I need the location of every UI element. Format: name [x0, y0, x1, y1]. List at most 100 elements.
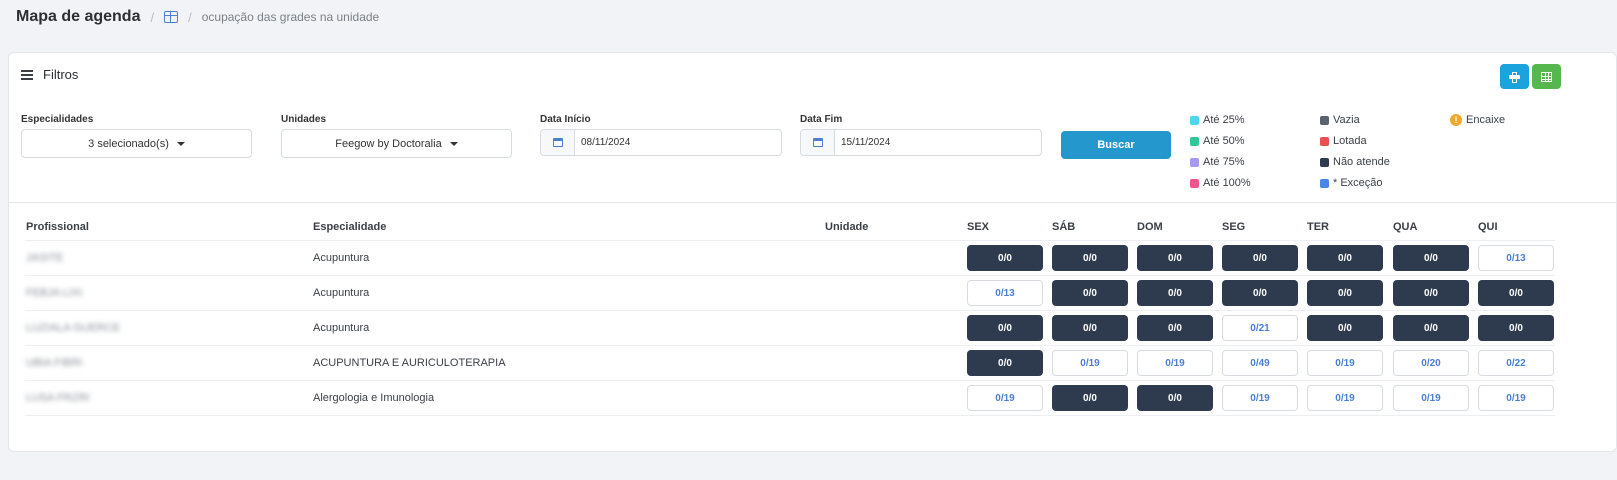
printer-icon [1509, 72, 1520, 83]
occupancy-slot[interactable]: 0/0 [1478, 315, 1554, 341]
row-divider [25, 240, 1555, 241]
filters-title: Filtros [43, 67, 79, 82]
occupancy-slot[interactable]: 0/0 [1393, 280, 1469, 306]
occupancy-slot[interactable]: 0/21 [1222, 315, 1298, 341]
occupancy-slot[interactable]: 0/20 [1393, 350, 1469, 376]
occupancy-slot[interactable]: 0/0 [1222, 280, 1298, 306]
occupancy-slot[interactable]: 0/13 [967, 280, 1043, 306]
especialidades-label: Especialidades [21, 114, 94, 125]
occupancy-slot[interactable]: 0/0 [1137, 245, 1213, 271]
warning-icon: ! [1450, 114, 1462, 126]
especialidade-cell: ACUPUNTURA E AURICULOTERAPIA [313, 357, 506, 369]
occupancy-slot[interactable]: 0/0 [1052, 245, 1128, 271]
occupancy-slot[interactable]: 0/49 [1222, 350, 1298, 376]
row-divider [25, 415, 1555, 416]
legend-item: Não atende [1320, 156, 1390, 168]
data-fim-value[interactable]: 15/11/2024 [835, 130, 890, 155]
occupancy-slot[interactable]: 0/0 [1222, 245, 1298, 271]
occupancy-slot[interactable]: 0/0 [1052, 280, 1128, 306]
legend-label: Lotada [1333, 135, 1367, 147]
occupancy-slot[interactable]: 0/0 [1393, 315, 1469, 341]
legend-label: Vazia [1333, 114, 1360, 126]
header-day: QUA [1393, 221, 1418, 233]
row-divider [25, 275, 1555, 276]
print-button[interactable] [1500, 64, 1529, 89]
grid-icon[interactable] [164, 11, 179, 23]
legend-label: Até 75% [1203, 156, 1245, 168]
header-day: DOM [1137, 221, 1163, 233]
calendar-button[interactable] [541, 130, 575, 155]
unidades-select[interactable]: Feegow by Doctoralia [281, 129, 512, 158]
data-inicio-label: Data Início [540, 114, 591, 125]
occupancy-slot[interactable]: 0/0 [1393, 245, 1469, 271]
legend-label: * Exceção [1333, 177, 1383, 189]
especialidade-cell: Alergologia e Imunologia [313, 392, 435, 404]
agenda-card: Filtros Especialidades 3 selecionado(s) … [8, 52, 1617, 452]
occupancy-slot[interactable]: 0/0 [1137, 315, 1213, 341]
legend-label: Até 100% [1203, 177, 1251, 189]
occupancy-slot[interactable]: 0/0 [1307, 315, 1383, 341]
legend-label: Até 25% [1203, 114, 1245, 126]
header-day: TER [1307, 221, 1329, 233]
header-day: SÁB [1052, 221, 1076, 233]
occupancy-slot[interactable]: 0/19 [1307, 350, 1383, 376]
calendar-icon [552, 138, 563, 147]
legend-item: Até 50% [1190, 135, 1245, 147]
especialidade-cell: Acupuntura [313, 322, 370, 334]
occupancy-slot[interactable]: 0/0 [1307, 280, 1383, 306]
profissional-name: JASITE [26, 252, 64, 264]
legend-item: Lotada [1320, 135, 1367, 147]
especialidades-value: 3 selecionado(s) [88, 137, 169, 150]
data-inicio-field[interactable]: 08/11/2024 [540, 129, 782, 156]
calendar-button[interactable] [801, 130, 835, 155]
header-day: QUI [1478, 221, 1498, 233]
occupancy-slot[interactable]: 0/0 [1307, 245, 1383, 271]
legend-label: Até 50% [1203, 135, 1245, 147]
header-day: SEG [1222, 221, 1246, 233]
data-fim-field[interactable]: 15/11/2024 [800, 129, 1042, 156]
header-especialidade: Especialidade [313, 221, 387, 233]
table-icon [1541, 71, 1552, 82]
occupancy-slot[interactable]: 0/19 [1307, 385, 1383, 411]
occupancy-slot[interactable]: 0/19 [1393, 385, 1469, 411]
occupancy-slot[interactable]: 0/19 [1478, 385, 1554, 411]
breadcrumb-separator: / [188, 9, 192, 25]
legend-item: Até 100% [1190, 177, 1251, 189]
unidades-value: Feegow by Doctoralia [335, 137, 442, 150]
occupancy-slot[interactable]: 0/22 [1478, 350, 1554, 376]
legend-swatch [1190, 157, 1199, 167]
occupancy-slot[interactable]: 0/0 [967, 315, 1043, 341]
occupancy-slot[interactable]: 0/0 [1052, 315, 1128, 341]
occupancy-slot[interactable]: 0/0 [1137, 385, 1213, 411]
divider [9, 202, 1616, 203]
occupancy-slot[interactable]: 0/19 [1222, 385, 1298, 411]
caret-down-icon [449, 141, 458, 146]
excel-button[interactable] [1532, 64, 1561, 89]
profissional-name: LUSA FRZRI [26, 392, 90, 404]
legend-swatch [1190, 136, 1199, 146]
row-divider [25, 380, 1555, 381]
occupancy-slot[interactable]: 0/19 [1052, 350, 1128, 376]
header-unidade: Unidade [825, 221, 869, 233]
page-header: Mapa de agenda / / ocupação das grades n… [16, 6, 379, 28]
especialidades-select[interactable]: 3 selecionado(s) [21, 129, 252, 158]
especialidade-cell: Acupuntura [313, 252, 370, 264]
legend-label: Não atende [1333, 156, 1390, 168]
especialidade-cell: Acupuntura [313, 287, 370, 299]
occupancy-slot[interactable]: 0/0 [967, 245, 1043, 271]
occupancy-slot[interactable]: 0/0 [1478, 280, 1554, 306]
occupancy-slot[interactable]: 0/0 [1052, 385, 1128, 411]
search-button[interactable]: Buscar [1061, 131, 1171, 159]
data-inicio-value[interactable]: 08/11/2024 [575, 130, 630, 155]
occupancy-slot[interactable]: 0/0 [967, 350, 1043, 376]
calendar-icon [812, 138, 823, 147]
filters-header: Filtros [21, 67, 78, 82]
occupancy-slot[interactable]: 0/13 [1478, 245, 1554, 271]
occupancy-slot[interactable]: 0/0 [1137, 280, 1213, 306]
breadcrumb: ocupação das grades na unidade [201, 10, 380, 24]
header-profissional: Profissional [26, 221, 89, 233]
occupancy-slot[interactable]: 0/19 [967, 385, 1043, 411]
row-divider [25, 345, 1555, 346]
legend-item: * Exceção [1320, 177, 1383, 189]
occupancy-slot[interactable]: 0/19 [1137, 350, 1213, 376]
